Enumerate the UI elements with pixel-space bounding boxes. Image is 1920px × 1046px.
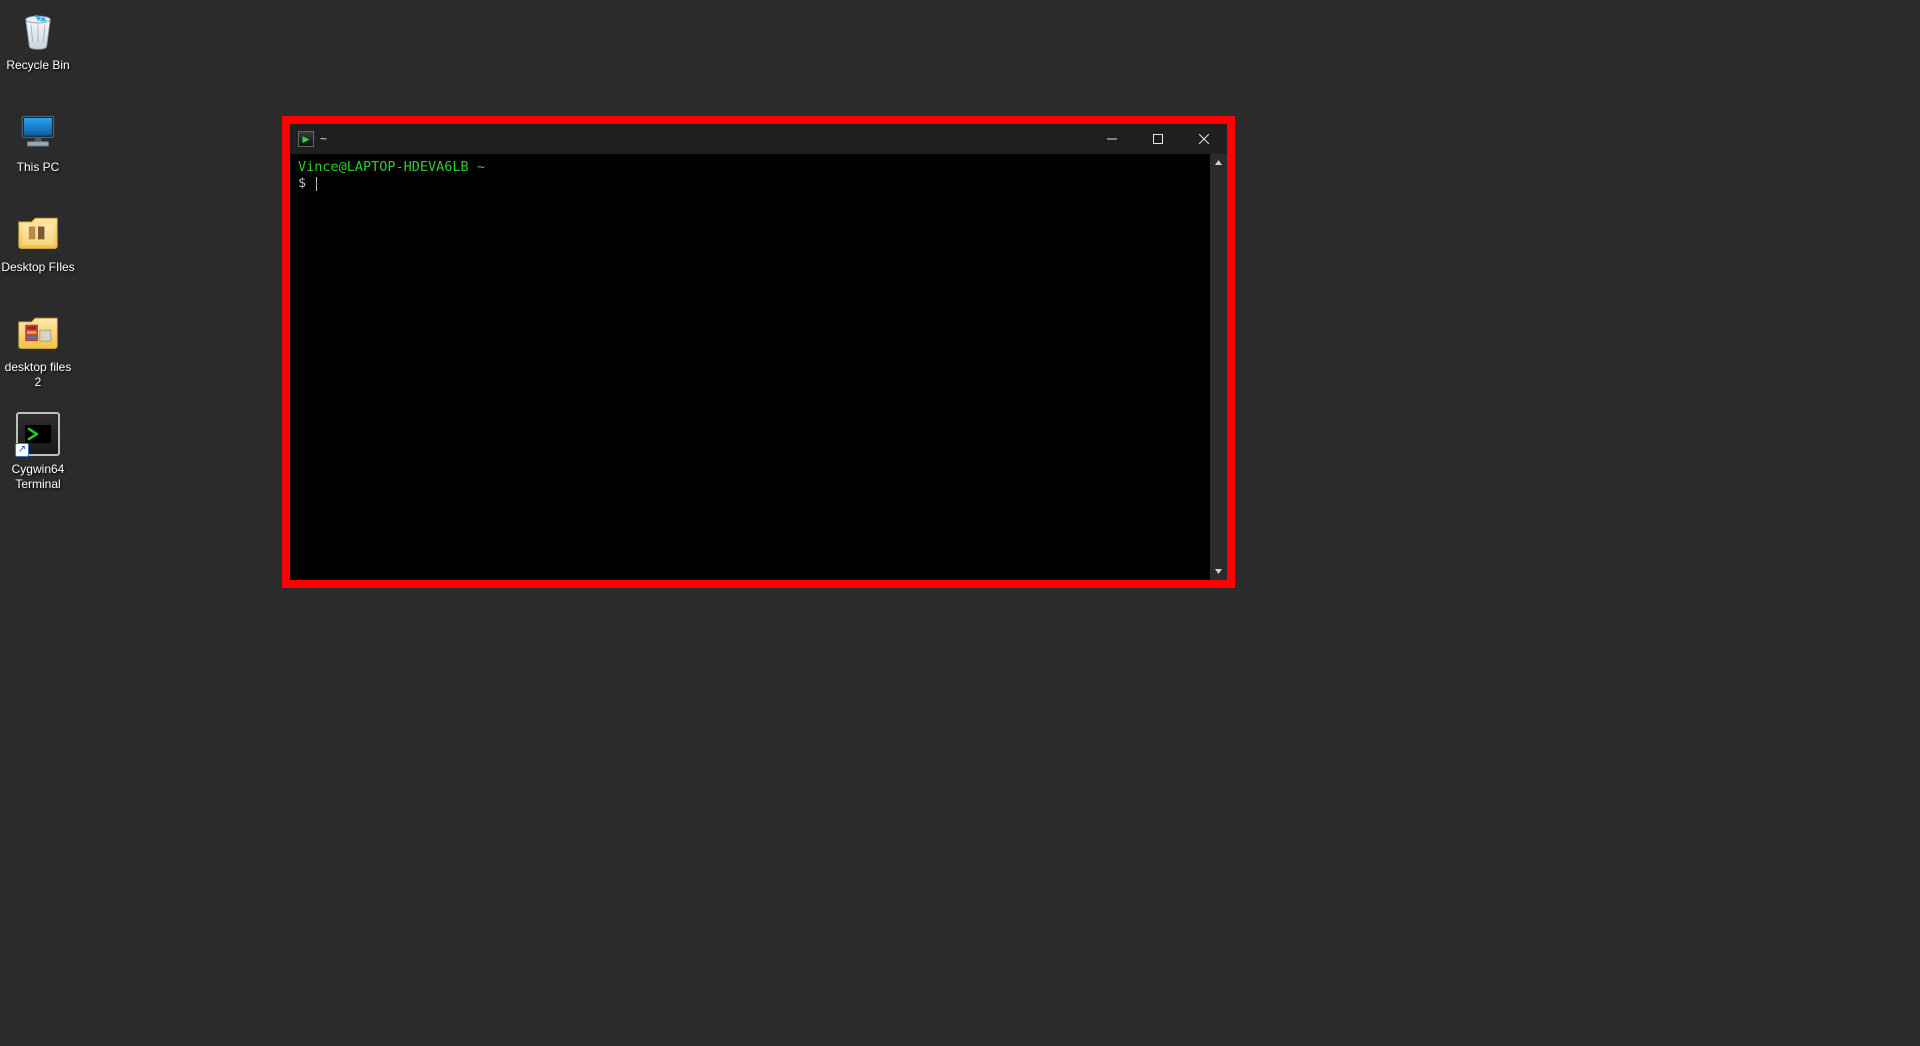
desktop-icon-label: Desktop FIles — [1, 260, 74, 275]
shortcut-arrow-icon: ↗ — [15, 443, 29, 457]
terminal-titlebar[interactable]: ▶ ~ — [290, 124, 1227, 154]
terminal-title: ~ — [320, 132, 327, 146]
folder-icon — [14, 208, 62, 256]
minimize-button[interactable] — [1089, 124, 1135, 154]
scroll-down-icon[interactable] — [1210, 563, 1227, 580]
terminal-scrollbar[interactable] — [1210, 154, 1227, 580]
close-button[interactable] — [1181, 124, 1227, 154]
desktop-icon-this-pc[interactable]: This PC — [0, 108, 76, 175]
desktop-icon-recycle-bin[interactable]: Recycle Bin — [0, 6, 76, 73]
prompt-path: ~ — [477, 159, 485, 175]
desktop-icon-label: Recycle Bin — [6, 58, 69, 73]
this-pc-icon — [14, 108, 62, 156]
terminal-app-icon: ▶ — [298, 131, 314, 147]
terminal-body: Vince@LAPTOP-HDEVA6LB ~ $ — [290, 154, 1227, 580]
recycle-bin-icon — [14, 6, 62, 54]
cygwin-terminal-icon: ↗ — [14, 410, 62, 458]
prompt-user-host: Vince@LAPTOP-HDEVA6LB — [298, 159, 469, 175]
terminal-cursor — [316, 177, 317, 191]
folder-icon — [14, 308, 62, 356]
scroll-up-icon[interactable] — [1210, 154, 1227, 171]
desktop-icon-label: This PC — [17, 160, 60, 175]
desktop-icon-label: Cygwin64 Terminal — [0, 462, 76, 492]
desktop-icon-label: desktop files 2 — [0, 360, 76, 390]
prompt-symbol: $ — [298, 175, 306, 191]
desktop-icon-desktop-files[interactable]: Desktop FIles — [0, 208, 76, 275]
desktop-icon-cygwin-terminal[interactable]: ↗ Cygwin64 Terminal — [0, 410, 76, 492]
terminal-content[interactable]: Vince@LAPTOP-HDEVA6LB ~ $ — [290, 154, 1210, 580]
desktop-icon-desktop-files-2[interactable]: desktop files 2 — [0, 308, 76, 390]
terminal-window[interactable]: ▶ ~ Vince@LAPTOP-HDEVA6LB ~ $ — [290, 124, 1227, 580]
highlight-frame: ▶ ~ Vince@LAPTOP-HDEVA6LB ~ $ — [282, 116, 1235, 588]
maximize-button[interactable] — [1135, 124, 1181, 154]
